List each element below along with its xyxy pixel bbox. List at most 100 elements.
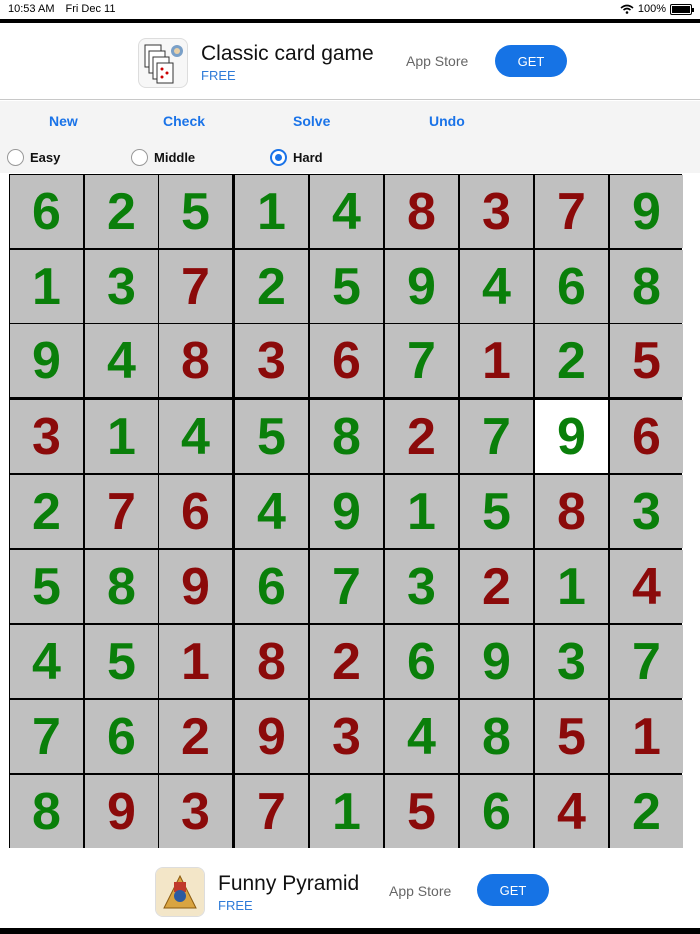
sudoku-cell[interactable]: 1 [535,550,608,623]
sudoku-cell[interactable]: 7 [535,175,608,248]
new-button[interactable]: New [49,113,78,129]
sudoku-cell[interactable]: 2 [610,775,683,848]
sudoku-cell[interactable]: 3 [85,250,158,323]
radio-easy[interactable] [7,149,24,166]
sudoku-cell[interactable]: 7 [159,250,232,323]
sudoku-cell[interactable]: 7 [310,550,383,623]
sudoku-cell[interactable]: 1 [610,700,683,773]
sudoku-cell[interactable]: 8 [310,400,383,473]
sudoku-cell[interactable]: 5 [460,475,533,548]
sudoku-cell[interactable]: 5 [10,550,83,623]
sudoku-cell[interactable]: 1 [460,324,533,397]
sudoku-cell[interactable]: 9 [10,324,83,397]
ad-title[interactable]: Classic card game [201,42,374,66]
sudoku-cell[interactable]: 2 [235,250,308,323]
sudoku-cell[interactable]: 8 [235,625,308,698]
undo-button[interactable]: Undo [429,113,465,129]
sudoku-cell[interactable]: 6 [10,175,83,248]
sudoku-cell[interactable]: 2 [159,700,232,773]
sudoku-cell[interactable]: 6 [385,625,458,698]
sudoku-cell[interactable]: 8 [85,550,158,623]
sudoku-cell[interactable]: 6 [159,475,232,548]
check-button[interactable]: Check [163,113,205,129]
sudoku-cell[interactable]: 8 [460,700,533,773]
sudoku-cell[interactable]: 5 [235,400,308,473]
sudoku-cell[interactable]: 3 [10,400,83,473]
sudoku-cell[interactable]: 6 [460,775,533,848]
sudoku-cell[interactable]: 5 [535,700,608,773]
sudoku-cell[interactable]: 4 [235,475,308,548]
sudoku-cell[interactable]: 5 [310,250,383,323]
sudoku-cell[interactable]: 4 [85,324,158,397]
sudoku-cell[interactable]: 3 [610,475,683,548]
sudoku-cell[interactable]: 8 [610,250,683,323]
radio-middle[interactable] [131,149,148,166]
sudoku-cell[interactable]: 7 [235,775,308,848]
sudoku-cell[interactable]: 9 [535,400,608,473]
sudoku-cell[interactable]: 7 [460,400,533,473]
sudoku-cell[interactable]: 1 [10,250,83,323]
sudoku-cell[interactable]: 4 [310,175,383,248]
playing-cards-icon[interactable] [138,38,188,88]
sudoku-cell[interactable]: 4 [535,775,608,848]
sudoku-cell[interactable]: 5 [610,324,683,397]
sudoku-cell[interactable]: 7 [10,700,83,773]
top-ad-banner[interactable]: Classic card game FREE App Store GET [0,23,700,100]
sudoku-cell[interactable]: 7 [385,324,458,397]
sudoku-cell[interactable]: 6 [610,400,683,473]
pyramid-game-icon[interactable] [155,867,205,917]
sudoku-cell[interactable]: 3 [235,324,308,397]
ad-get-button[interactable]: GET [495,45,567,77]
sudoku-cell[interactable]: 5 [85,625,158,698]
sudoku-cell[interactable]: 8 [159,324,232,397]
sudoku-cell[interactable]: 6 [235,550,308,623]
sudoku-cell[interactable]: 1 [235,175,308,248]
sudoku-cell[interactable]: 2 [10,475,83,548]
sudoku-cell[interactable]: 8 [10,775,83,848]
sudoku-cell[interactable]: 2 [85,175,158,248]
sudoku-cell[interactable]: 4 [159,400,232,473]
sudoku-cell[interactable]: 3 [159,775,232,848]
sudoku-cell[interactable]: 3 [535,625,608,698]
sudoku-cell[interactable]: 9 [310,475,383,548]
difficulty-hard[interactable]: Hard [270,149,323,166]
sudoku-cell[interactable]: 2 [310,625,383,698]
sudoku-cell[interactable]: 9 [235,700,308,773]
solve-button[interactable]: Solve [293,113,330,129]
sudoku-cell[interactable]: 3 [460,175,533,248]
sudoku-cell[interactable]: 5 [159,175,232,248]
sudoku-cell[interactable]: 4 [610,550,683,623]
sudoku-cell[interactable]: 3 [385,550,458,623]
radio-hard[interactable] [270,149,287,166]
sudoku-cell[interactable]: 8 [535,475,608,548]
sudoku-cell[interactable]: 2 [385,400,458,473]
sudoku-cell[interactable]: 1 [385,475,458,548]
ad-get-button[interactable]: GET [477,874,549,906]
sudoku-cell[interactable]: 6 [535,250,608,323]
sudoku-cell[interactable]: 5 [385,775,458,848]
sudoku-cell[interactable]: 7 [85,475,158,548]
sudoku-cell[interactable]: 9 [460,625,533,698]
bottom-ad-banner[interactable]: Funny Pyramid FREE App Store GET [0,850,700,926]
sudoku-cell[interactable]: 8 [385,175,458,248]
ad-title[interactable]: Funny Pyramid [218,872,359,896]
sudoku-cell[interactable]: 7 [610,625,683,698]
sudoku-cell[interactable]: 3 [310,700,383,773]
sudoku-cell[interactable]: 9 [159,550,232,623]
sudoku-cell[interactable]: 4 [460,250,533,323]
sudoku-cell[interactable]: 1 [310,775,383,848]
sudoku-cell[interactable]: 2 [535,324,608,397]
sudoku-cell[interactable]: 4 [385,700,458,773]
sudoku-cell[interactable]: 6 [85,700,158,773]
difficulty-middle[interactable]: Middle [131,149,195,166]
sudoku-cell[interactable]: 9 [85,775,158,848]
difficulty-easy[interactable]: Easy [7,149,60,166]
sudoku-cell[interactable]: 1 [85,400,158,473]
sudoku-cell[interactable]: 2 [460,550,533,623]
sudoku-cell[interactable]: 9 [610,175,683,248]
sudoku-cell[interactable]: 4 [10,625,83,698]
sudoku-cell[interactable]: 1 [159,625,232,698]
battery-icon [670,3,694,15]
sudoku-cell[interactable]: 9 [385,250,458,323]
sudoku-cell[interactable]: 6 [310,324,383,397]
